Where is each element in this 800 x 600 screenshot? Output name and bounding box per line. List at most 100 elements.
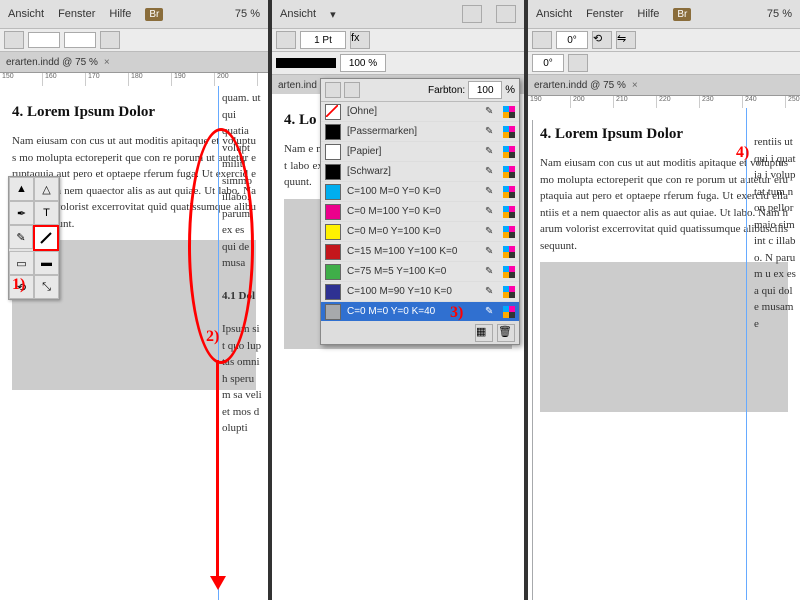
cmyk-icon xyxy=(503,166,515,178)
edit-icon: ✎ xyxy=(485,166,497,178)
swatches-footer: ▦ 🗑 xyxy=(321,322,519,344)
annotation-arrow xyxy=(216,360,219,576)
edit-icon: ✎ xyxy=(485,186,497,198)
drawn-line[interactable] xyxy=(532,120,533,600)
cmyk-icon xyxy=(503,126,515,138)
annotation-ellipse xyxy=(188,128,254,364)
zoom-level[interactable]: 75 % xyxy=(235,8,260,20)
menubar: Ansicht Fenster Hilfe Br 75 % xyxy=(528,0,800,29)
close-icon[interactable]: × xyxy=(104,57,110,68)
document-tab[interactable]: erarten.indd @ 75 %× xyxy=(528,75,800,96)
fx-icon[interactable]: fx xyxy=(350,31,370,49)
menu-hilfe[interactable]: Hilfe xyxy=(109,8,131,20)
panel-right: Ansicht Fenster Hilfe Br 75 % ⟲ ⇋ erarte… xyxy=(528,0,800,600)
menu-ansicht[interactable]: Ansicht xyxy=(280,8,316,20)
swatch-row[interactable]: C=0 M=0 Y=100 K=0 ✎ xyxy=(321,222,519,242)
swatch-row[interactable]: [Schwarz] ✎ xyxy=(321,162,519,182)
stroke-style[interactable] xyxy=(64,32,96,48)
swatch-chip xyxy=(325,204,341,220)
stroke-weight[interactable] xyxy=(28,32,60,48)
swatch-row[interactable]: C=0 M=100 Y=0 K=0 ✎ xyxy=(321,202,519,222)
swatch-name: [Papier] xyxy=(347,146,479,157)
layout-icon-2[interactable] xyxy=(496,5,516,23)
swatches-header: Farbton: % xyxy=(321,79,519,102)
flip-h-icon[interactable]: ⇋ xyxy=(616,31,636,49)
direct-select-tool[interactable]: △ xyxy=(34,177,59,201)
control-bar: ⟲ ⇋ xyxy=(528,29,800,52)
swatch-row[interactable]: C=75 M=5 Y=100 K=0✎ xyxy=(321,262,519,282)
swatch-name: C=0 M=100 Y=0 K=0 xyxy=(347,206,479,217)
cmyk-icon xyxy=(503,146,515,158)
swatch-row[interactable]: C=100 M=0 Y=0 K=0✎ xyxy=(321,182,519,202)
frame-tool[interactable]: ▭ xyxy=(9,251,34,275)
column-fragment: rentiis ut qui i quatia i voluptat tum n… xyxy=(750,130,800,600)
cmyk-icon xyxy=(503,186,515,198)
edit-icon: ✎ xyxy=(485,206,497,218)
edit-icon: ✎ xyxy=(485,266,497,278)
pencil-tool[interactable]: ✎ xyxy=(9,225,33,249)
annotation-3: 3) xyxy=(450,304,463,322)
bridge-icon[interactable]: Br xyxy=(145,8,163,21)
rectangle-tool[interactable]: ▬ xyxy=(34,251,59,275)
swatch-row[interactable]: C=0 M=0 Y=0 K=40✎ xyxy=(321,302,519,322)
delete-swatch-icon[interactable]: 🗑 xyxy=(497,324,515,342)
cmyk-icon xyxy=(503,206,515,218)
menu-fenster[interactable]: Fenster xyxy=(58,8,95,20)
selection-tool[interactable]: ▲ xyxy=(9,177,34,201)
edit-icon: ✎ xyxy=(485,226,497,238)
shear-input[interactable] xyxy=(532,54,564,72)
guide-line xyxy=(746,108,748,600)
swatch-chip xyxy=(325,104,341,120)
rotate-icon[interactable]: ⟲ xyxy=(592,31,612,49)
swatch-row[interactable]: [Papier]✎ xyxy=(321,142,519,162)
zoom-level[interactable]: 75 % xyxy=(767,8,792,20)
bridge-icon[interactable]: Br xyxy=(673,8,691,21)
edit-icon: ✎ xyxy=(485,106,497,118)
tint-label: Farbton: xyxy=(428,85,465,96)
scale-tool[interactable]: ⤡ xyxy=(34,275,59,299)
menu-hilfe[interactable]: Hilfe xyxy=(637,8,659,20)
swatch-chip xyxy=(325,224,341,240)
swatch-row[interactable]: C=15 M=100 Y=100 K=0 ✎ xyxy=(321,242,519,262)
fill-icon[interactable] xyxy=(4,31,24,49)
annotation-1: 1) xyxy=(12,276,25,294)
edit-icon: ✎ xyxy=(485,306,497,318)
stroke-weight-input[interactable] xyxy=(300,31,346,49)
menu-ansicht[interactable]: Ansicht xyxy=(8,8,44,20)
swatch-row[interactable]: [Ohne]✎ xyxy=(321,102,519,122)
options-icon[interactable] xyxy=(100,31,120,49)
menu-fenster[interactable]: Fenster xyxy=(586,8,623,20)
fill-icon[interactable] xyxy=(532,31,552,49)
new-swatch-icon[interactable]: ▦ xyxy=(475,324,493,342)
tint-input[interactable] xyxy=(468,81,502,99)
swatch-chip xyxy=(325,244,341,260)
options-icon[interactable] xyxy=(568,54,588,72)
edit-icon: ✎ xyxy=(485,126,497,138)
edit-icon: ✎ xyxy=(485,246,497,258)
line-tool[interactable] xyxy=(33,225,59,251)
swatches-panel: Farbton: % [Ohne]✎[Passermarken]✎[Papier… xyxy=(320,78,520,345)
cmyk-icon xyxy=(503,246,515,258)
cmyk-icon xyxy=(503,226,515,238)
document-tab[interactable]: erarten.indd @ 75 %× xyxy=(0,52,268,73)
stroke-proxy-icon[interactable] xyxy=(344,82,360,98)
menu-ansicht[interactable]: Ansicht xyxy=(536,8,572,20)
swatch-name: C=0 M=0 Y=100 K=0 xyxy=(347,226,479,237)
close-icon[interactable]: × xyxy=(632,80,638,91)
cmyk-icon xyxy=(503,266,515,278)
opacity-input[interactable] xyxy=(340,54,386,72)
control-bar-2 xyxy=(272,52,524,75)
stroke-preview[interactable] xyxy=(276,58,336,68)
edit-icon: ✎ xyxy=(485,286,497,298)
swatch-row[interactable]: [Passermarken]✎ xyxy=(321,122,519,142)
swatch-chip xyxy=(325,284,341,300)
swatch-name: [Schwarz] xyxy=(347,166,479,177)
pen-tool[interactable]: ✒ xyxy=(9,201,34,225)
type-tool[interactable]: T xyxy=(34,201,59,225)
angle-input[interactable] xyxy=(556,31,588,49)
fill-proxy-icon[interactable] xyxy=(325,82,341,98)
layout-icon[interactable] xyxy=(462,5,482,23)
swatch-row[interactable]: C=100 M=90 Y=10 K=0✎ xyxy=(321,282,519,302)
swatch-name: C=15 M=100 Y=100 K=0 xyxy=(347,246,479,257)
fill-stroke-icon[interactable] xyxy=(276,31,296,49)
